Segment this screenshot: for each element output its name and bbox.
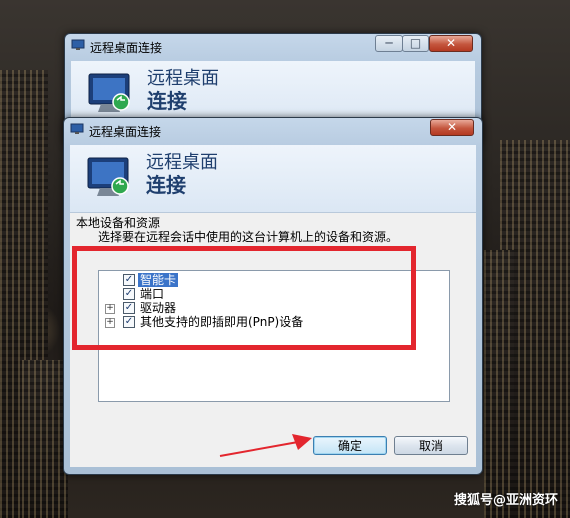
red-arrow-icon [219,434,312,457]
minimize-button[interactable]: ─ [375,35,403,52]
dialog-titlebar[interactable]: 远程桌面连接 ✕ [64,118,482,142]
watermark: 搜狐号@亚洲资环 [453,493,558,508]
back-window-title: 远程桌面连接 [90,41,163,55]
minimize-icon: ─ [385,36,393,50]
cancel-button[interactable]: 取消 [394,436,468,455]
maximize-icon: □ [409,36,422,50]
close-icon: ✕ [446,120,458,134]
back-window-titlebar[interactable]: 远程桌面连接 ─ □ ✕ [65,34,481,58]
description-text: 选择要在远程会话中使用的这台计算机上的设备和资源。 [98,230,399,244]
building-left-2 [22,360,68,518]
banner-line-1: 远程桌面 [147,68,219,89]
remote-desktop-logo-icon [87,157,129,196]
building-right-2 [484,250,514,518]
remote-desktop-logo-icon [88,73,130,112]
banner-line-1: 远程桌面 [146,152,218,173]
dialog-title: 远程桌面连接 [89,125,162,139]
dialog-close-button[interactable]: ✕ [430,119,474,136]
highlight-box [72,246,416,350]
close-icon: ✕ [445,36,457,50]
back-window-banner-text: 远程桌面 连接 [147,67,219,113]
maximize-button[interactable]: □ [402,35,429,52]
ok-button[interactable]: 确定 [313,436,387,455]
close-button[interactable]: ✕ [429,35,473,52]
dialog-banner: 远程桌面 连接 [70,145,476,213]
banner-line-2: 连接 [146,173,186,197]
remote-desktop-icon [70,123,84,134]
banner-line-2: 连接 [147,89,187,113]
dialog-banner-text: 远程桌面 连接 [146,151,218,197]
remote-desktop-icon [71,39,85,50]
